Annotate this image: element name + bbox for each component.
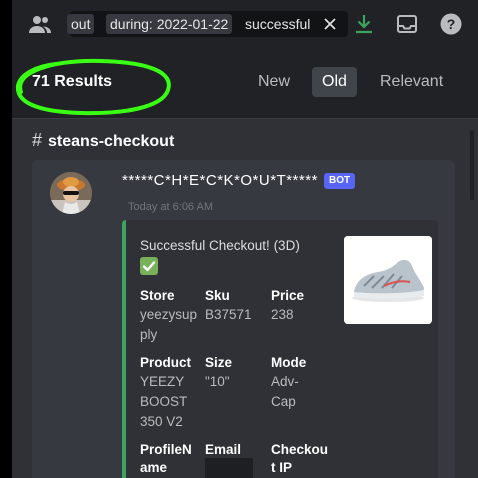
help-icon[interactable]: ? <box>439 12 463 36</box>
download-icon[interactable] <box>352 12 376 36</box>
search-query-text: successful <box>245 16 311 32</box>
search-results-panel: out during: 2022-01-22 successful ? 71 R… <box>12 0 478 478</box>
checkout-embed: Successful Checkout! (3D) Store yeezysup… <box>122 220 438 478</box>
field-size-label: Size <box>205 355 233 370</box>
embed-title: Successful Checkout! (3D) <box>140 238 300 253</box>
field-price-value: 238 <box>271 307 294 322</box>
field-mode-label: Mode <box>271 355 307 370</box>
field-checkout-ip-label: Checkout IP <box>271 442 329 475</box>
field-email-label: Email <box>205 442 242 457</box>
bot-badge: BOT <box>324 173 356 189</box>
field-product-label: Product <box>140 355 192 370</box>
search-result-message[interactable]: *****C*H*E*C*K*O*U*T***** BOT Today at 6… <box>32 160 455 478</box>
search-input[interactable]: out during: 2022-01-22 successful <box>67 11 348 37</box>
channel-name: steans-checkout <box>48 133 175 150</box>
avatar[interactable] <box>50 172 92 214</box>
results-header: 71 Results New Old Relevant <box>12 48 478 118</box>
results-count: 71 Results <box>32 73 113 90</box>
header-divider <box>12 118 478 119</box>
field-store-label: Store <box>140 288 175 303</box>
field-sku-value: B37571 <box>205 307 252 322</box>
channel-heading[interactable]: # steans-checkout <box>32 130 174 151</box>
svg-text:?: ? <box>447 16 456 32</box>
search-chip-date-filter[interactable]: during: 2022-01-22 <box>106 14 233 34</box>
members-icon[interactable] <box>28 12 52 36</box>
field-profilename-label: ProfileName <box>140 442 192 475</box>
field-email-redacted <box>205 458 253 478</box>
message-timestamp: Today at 6:06 AM <box>128 201 213 213</box>
scrollbar[interactable] <box>470 130 474 200</box>
clear-icon[interactable] <box>320 14 340 34</box>
sneaker-thumbnail[interactable] <box>344 236 432 324</box>
hash-icon: # <box>32 130 43 150</box>
field-mode-value: Adv-Cap <box>271 374 299 409</box>
field-sku-label: Sku <box>205 288 230 303</box>
sort-tab-new[interactable]: New <box>248 67 300 97</box>
field-price-label: Price <box>271 288 305 303</box>
username[interactable]: *****C*H*E*C*K*O*U*T***** <box>122 172 318 189</box>
search-chip-truncated[interactable]: out <box>67 14 95 34</box>
field-size-value: "10" <box>205 374 230 389</box>
top-toolbar: out during: 2022-01-22 successful ? <box>12 0 478 48</box>
check-mark-icon <box>140 257 158 275</box>
field-product-value: YEEZY BOOST 350 V2 <box>140 374 188 429</box>
sort-tab-relevant[interactable]: Relevant <box>370 67 453 97</box>
inbox-icon[interactable] <box>395 12 419 36</box>
sort-tab-old[interactable]: Old <box>312 67 357 97</box>
field-store-value: yeezysupply <box>140 307 198 342</box>
